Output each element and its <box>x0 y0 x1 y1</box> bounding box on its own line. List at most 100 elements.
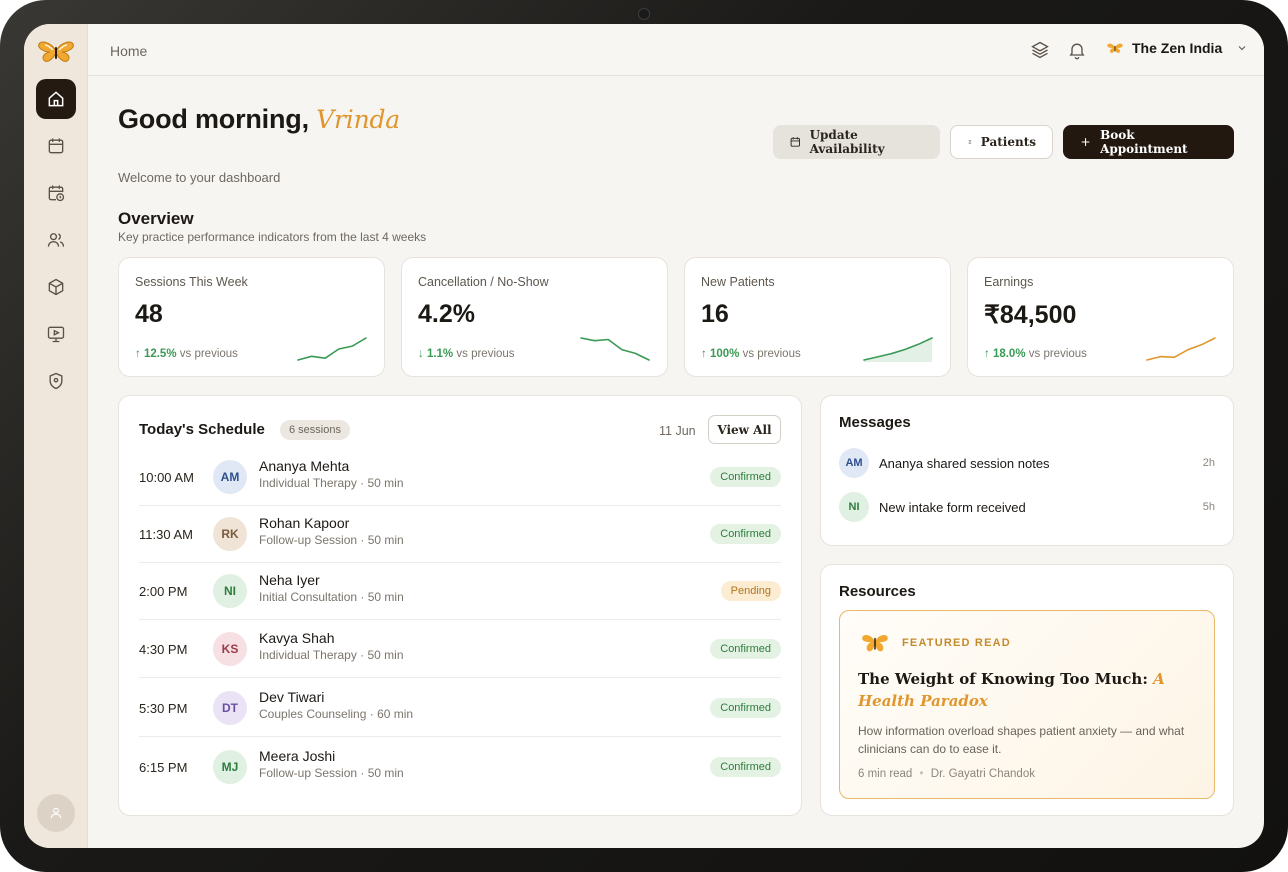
resources-panel: Resources FEATURED READ The Weight of Kn… <box>820 564 1234 816</box>
session-type: Couples Counseling · 60 min <box>259 707 414 721</box>
view-all-button[interactable]: View All <box>708 415 781 444</box>
patient-avatar: AM <box>213 460 247 494</box>
nav-schedule[interactable] <box>36 173 76 213</box>
org-switcher[interactable]: The Zen India <box>1106 40 1248 56</box>
kpi-sparkline <box>297 337 367 361</box>
patients-button[interactable]: Patients <box>950 125 1053 159</box>
sparkline-line <box>580 337 650 361</box>
schedule-row[interactable]: 2:00 PM NI Neha Iyer Initial Consultatio… <box>139 563 781 620</box>
patients-label: Patients <box>980 135 1036 149</box>
book-appointment-button[interactable]: Book Appointment <box>1063 125 1234 159</box>
nav-media[interactable] <box>36 314 76 354</box>
schedule-title: Today's Schedule <box>139 421 265 438</box>
bell-icon[interactable] <box>1067 40 1087 60</box>
schedule-date: 11 Jun <box>659 424 696 438</box>
butterfly-icon <box>1107 43 1123 53</box>
schedule-row[interactable]: 11:30 AM RK Rohan Kapoor Follow-up Sessi… <box>139 506 781 563</box>
status-badge: Confirmed <box>710 467 781 487</box>
patient-name: Ananya Mehta <box>259 458 350 474</box>
session-time: 2:00 PM <box>139 584 188 599</box>
session-time: 11:30 AM <box>139 527 193 542</box>
kpi-sparkline <box>863 337 933 362</box>
nav-patients[interactable] <box>36 220 76 260</box>
kpi-sparkline <box>1146 337 1216 361</box>
update-availability-button[interactable]: Update Availability <box>773 125 940 159</box>
status-badge: Confirmed <box>710 698 781 718</box>
presentation-play-icon <box>47 326 65 343</box>
schedule-row[interactable]: 10:00 AM AM Ananya Mehta Individual Ther… <box>139 449 781 506</box>
butterfly-logo-icon[interactable] <box>36 39 76 63</box>
session-time: 5:30 PM <box>139 701 188 716</box>
butterfly-icon <box>862 634 888 652</box>
session-type: Follow-up Session · 50 min <box>259 766 404 780</box>
list-icon <box>968 140 972 144</box>
user-avatar[interactable] <box>37 794 75 832</box>
message-item[interactable]: AM Ananya shared session notes 2h <box>839 448 1215 478</box>
kpi-delta-suffix: vs previous <box>1028 348 1087 360</box>
kpi-value: 4.2% <box>418 300 475 328</box>
message-avatar: AM <box>839 448 869 478</box>
kpi-card-earnings[interactable]: Earnings ₹84,500 ↑ 18.0% vs previous <box>967 257 1234 377</box>
schedule-row[interactable]: 6:15 PM MJ Meera Joshi Follow-up Session… <box>139 739 781 796</box>
nav-security[interactable] <box>36 361 76 401</box>
session-type: Individual Therapy · 50 min <box>259 476 404 490</box>
patient-avatar: DT <box>213 691 247 725</box>
nav-calendar[interactable] <box>36 126 76 166</box>
main-content: Good morning, Vrinda Welcome to your das… <box>88 76 1264 848</box>
kpi-card-new-patients[interactable]: New Patients 16 ↑ 100% vs previous <box>684 257 951 377</box>
greeting-name: Vrinda <box>316 105 400 134</box>
box-icon <box>48 278 64 296</box>
message-time: 2h <box>1202 457 1215 469</box>
breadcrumb[interactable]: Home <box>110 43 147 59</box>
overview-subtitle: Key practice performance indicators from… <box>118 230 427 244</box>
kpi-label: New Patients <box>701 275 775 289</box>
meta-separator: • <box>919 768 924 780</box>
patient-name: Dev Tiwari <box>259 689 325 705</box>
session-type: Initial Consultation · 50 min <box>259 590 404 604</box>
message-avatar: NI <box>839 492 869 522</box>
layers-icon[interactable] <box>1030 40 1050 60</box>
featured-read-card[interactable]: FEATURED READ The Weight of Knowing Too … <box>839 610 1215 799</box>
featured-label: FEATURED READ <box>902 637 1011 649</box>
kpi-sparkline <box>580 337 650 361</box>
schedule-row[interactable]: 4:30 PM KS Kavya Shah Individual Therapy… <box>139 621 781 678</box>
calendar-icon <box>790 137 800 147</box>
user-icon <box>50 807 62 819</box>
schedule-row[interactable]: 5:30 PM DT Dev Tiwari Couples Counseling… <box>139 680 781 737</box>
kpi-label: Cancellation / No-Show <box>418 275 549 289</box>
todays-schedule-panel: Today's Schedule 6 sessions 11 Jun View … <box>118 395 802 816</box>
resources-title: Resources <box>839 583 916 600</box>
patient-name: Kavya Shah <box>259 630 335 646</box>
kpi-delta: ↑ 12.5% vs previous <box>135 348 238 360</box>
users-icon <box>47 233 65 247</box>
sidebar <box>24 24 88 848</box>
session-time: 10:00 AM <box>139 470 194 485</box>
status-badge: Confirmed <box>710 757 781 777</box>
messages-panel: Messages AM Ananya shared session notes … <box>820 395 1234 546</box>
kpi-delta-value: ↑ 12.5% <box>135 348 177 360</box>
patient-avatar: NI <box>213 574 247 608</box>
kpi-delta: ↓ 1.1% vs previous <box>418 348 515 360</box>
nav-home[interactable] <box>36 79 76 119</box>
nav-packages[interactable] <box>36 267 76 307</box>
author: Dr. Gayatri Chandok <box>930 768 1035 780</box>
kpi-delta: ↑ 18.0% vs previous <box>984 348 1087 360</box>
update-availability-label: Update Availability <box>809 128 885 156</box>
kpi-card-cancellation[interactable]: Cancellation / No-Show 4.2% ↓ 1.1% vs pr… <box>401 257 668 377</box>
greeting-heading: Good morning, Vrinda <box>118 104 400 135</box>
plus-icon <box>1081 138 1090 146</box>
message-item[interactable]: NI New intake form received 5h <box>839 492 1215 522</box>
patient-avatar: RK <box>213 517 247 551</box>
session-time: 4:30 PM <box>139 642 188 657</box>
calendar-icon <box>48 138 64 154</box>
messages-title: Messages <box>839 414 911 431</box>
kpi-label: Sessions This Week <box>135 275 248 289</box>
kpi-delta-suffix: vs previous <box>742 348 801 360</box>
kpi-card-sessions[interactable]: Sessions This Week 48 ↑ 12.5% vs previou… <box>118 257 385 377</box>
kpi-delta-value: ↑ 100% <box>701 348 740 360</box>
patient-avatar: MJ <box>213 750 247 784</box>
message-time: 5h <box>1202 501 1215 513</box>
camera-dot <box>638 8 650 20</box>
kpi-value: 48 <box>135 300 163 328</box>
session-time: 6:15 PM <box>139 760 188 775</box>
